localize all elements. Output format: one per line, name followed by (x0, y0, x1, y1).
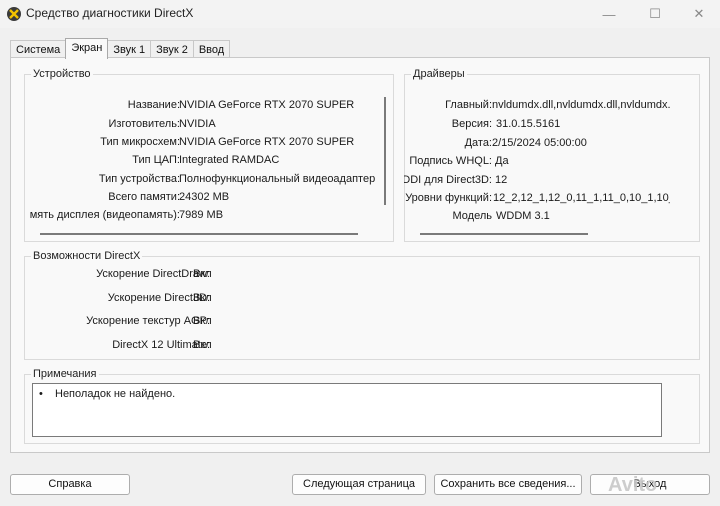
device-label: Тип устройства: (98, 173, 180, 185)
driver-row: Уровни функций: 12_2,12_1,12_0,11_1,11_0… (404, 192, 670, 208)
driver-row: Дата: 2/15/2024 05:00:00 (404, 137, 670, 153)
device-row: Тип ЦАП: Integrated RAMDAC (24, 154, 384, 170)
device-row: Тип устройства: Полнофункциональный виде… (24, 173, 384, 189)
feature-label: Ускорение текстур AGP: (86, 315, 210, 327)
tab-display[interactable]: Экран (65, 38, 109, 59)
device-label: мять дисплея (видеопамять): (29, 209, 180, 221)
device-value: Integrated RAMDAC (179, 154, 280, 166)
driver-row: Подпись WHQL: Да (404, 155, 670, 171)
device-row: Изготовитель: NVIDIA (24, 118, 384, 134)
feature-value: Вкл (193, 339, 212, 351)
feature-row: DirectX 12 Ultimate: Вкл (24, 339, 324, 355)
driver-label: Версия: (451, 118, 492, 130)
feature-row: Ускорение DirectDraw: Вкл (24, 268, 324, 284)
device-value: 7989 MB (179, 209, 224, 221)
feature-row: Ускорение текстур AGP: Вкл (24, 315, 324, 331)
device-label: Всего памяти: (108, 191, 180, 203)
driver-label: Уровни функций: (405, 192, 492, 204)
device-row: Название: NVIDIA GeForce RTX 2070 SUPER (24, 99, 384, 115)
driver-label: Модель (452, 210, 492, 222)
notes-text-box[interactable]: • Неполадок не найдено. (32, 383, 662, 437)
feature-value: Вкл (193, 292, 212, 304)
tab-strip: Система Экран Звук 1 Звук 2 Ввод (10, 38, 231, 59)
device-group-title: Устройство (31, 68, 93, 80)
driver-value: Да (495, 155, 509, 167)
driver-value: 31.0.15.5161 (496, 118, 561, 130)
close-button[interactable]: ✕ (676, 0, 720, 28)
driver-label: Дата: (464, 137, 492, 149)
driver-row: Главный: nvldumdx.dll,nvldumdx.dll,nvldu… (404, 99, 670, 115)
driver-row: Версия: 31.0.15.5161 (404, 118, 670, 134)
device-label: Тип ЦАП: (132, 154, 180, 166)
drivers-list[interactable]: Главный: nvldumdx.dll,nvldumdx.dll,nvldu… (404, 96, 670, 236)
device-list[interactable]: Название: NVIDIA GeForce RTX 2070 SUPER … (24, 96, 394, 236)
driver-value: nvldumdx.dll,nvldumdx.dll,nvldumdx.c (492, 99, 670, 111)
feature-value: Вкл (193, 268, 212, 280)
device-value: 24302 MB (179, 191, 230, 203)
device-label: Тип микросхем: (100, 136, 180, 148)
device-label: Изготовитель: (108, 118, 181, 130)
device-value: NVIDIA GeForce RTX 2070 SUPER (179, 99, 355, 111)
drivers-group-title: Драйверы (411, 68, 467, 80)
device-label: Название: (127, 99, 180, 111)
device-horizontal-scrollbar[interactable] (40, 233, 358, 235)
driver-row: Модель WDDM 3.1 (404, 210, 670, 226)
device-value: NVIDIA (179, 118, 216, 130)
device-vertical-scrollbar[interactable] (384, 97, 386, 205)
directx-app-icon (7, 7, 21, 21)
driver-label: Подпись WHQL: (409, 155, 492, 167)
driver-value: 12_2,12_1,12_0,11_1,11_0,10_1,10_ (493, 192, 670, 204)
notes-group-title: Примечания (31, 368, 99, 380)
window-title: Средство диагностики DirectX (26, 6, 194, 20)
driver-value: WDDM 3.1 (496, 210, 550, 222)
driver-label: Главный: (445, 99, 492, 111)
driver-value: 12 (495, 174, 508, 186)
drivers-horizontal-scrollbar[interactable] (420, 233, 588, 235)
device-row: мять дисплея (видеопамять): 7989 MB (24, 209, 384, 225)
note-text: Неполадок не найдено. (55, 388, 176, 400)
device-value: Полнофункциональный видеоадаптер (179, 173, 376, 185)
device-row: Всего памяти: 24302 MB (24, 191, 384, 207)
next-page-button[interactable]: Следующая страница (292, 474, 426, 495)
bullet-icon: • (39, 388, 43, 400)
feature-value: Вкл (193, 315, 212, 327)
driver-label: DDI для Direct3D: (404, 174, 492, 186)
driver-value: 2/15/2024 05:00:00 (492, 137, 587, 149)
title-bar: Средство диагностики DirectX — ☐ ✕ (0, 0, 720, 28)
maximize-button[interactable]: ☐ (632, 0, 678, 28)
directx-features-list: Ускорение DirectDraw: Вкл Ускорение Dire… (24, 266, 324, 360)
help-button[interactable]: Справка (10, 474, 130, 495)
feature-row: Ускорение Direct3D: Вкл (24, 292, 324, 308)
directx-features-title: Возможности DirectX (31, 250, 143, 262)
device-row: Тип микросхем: NVIDIA GeForce RTX 2070 S… (24, 136, 384, 152)
driver-row: DDI для Direct3D: 12 (404, 174, 670, 190)
save-all-info-button[interactable]: Сохранить все сведения... (434, 474, 582, 495)
exit-button[interactable]: Выход (590, 474, 710, 495)
minimize-button[interactable]: — (586, 0, 632, 28)
note-item: • Неполадок не найдено. (39, 388, 175, 400)
device-value: NVIDIA GeForce RTX 2070 SUPER (179, 136, 355, 148)
